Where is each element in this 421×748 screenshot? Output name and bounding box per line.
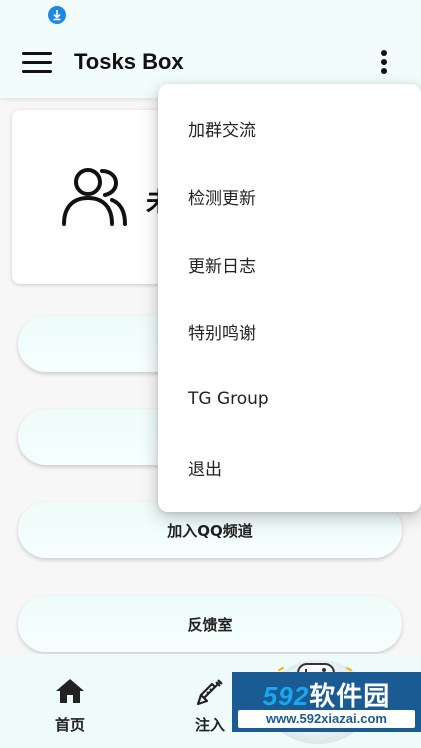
- menu-item-changelog[interactable]: 更新日志: [158, 230, 421, 298]
- watermark-url: www.592xiazai.com: [238, 710, 415, 728]
- syringe-icon: [196, 678, 224, 710]
- menu-item-join-group[interactable]: 加群交流: [158, 94, 421, 162]
- hamburger-menu-icon[interactable]: [22, 52, 52, 74]
- nav-label-home: 首页: [54, 716, 85, 734]
- overflow-dropdown-menu: 加群交流 检测更新 更新日志 特别鸣谢 TG Group 退出: [158, 84, 421, 512]
- menu-item-check-update[interactable]: 检测更新: [158, 162, 421, 230]
- menu-item-exit[interactable]: 退出: [158, 433, 421, 501]
- home-icon: [55, 678, 85, 708]
- status-bar: [0, 0, 421, 28]
- menu-item-tg-group[interactable]: TG Group: [158, 365, 421, 433]
- nav-item-home[interactable]: 首页: [10, 654, 130, 748]
- app-title: Tosks Box: [74, 49, 184, 74]
- watermark-logo: 592软件园 www.592xiazai.com: [232, 672, 421, 732]
- menu-item-special-thanks[interactable]: 特别鸣谢: [158, 297, 421, 365]
- watermark-brand: 592软件园: [262, 681, 391, 711]
- more-options-icon[interactable]: [376, 48, 392, 78]
- users-icon: [60, 162, 130, 232]
- feedback-room-button[interactable]: 反馈室: [18, 596, 402, 652]
- download-notification-icon: [48, 6, 66, 24]
